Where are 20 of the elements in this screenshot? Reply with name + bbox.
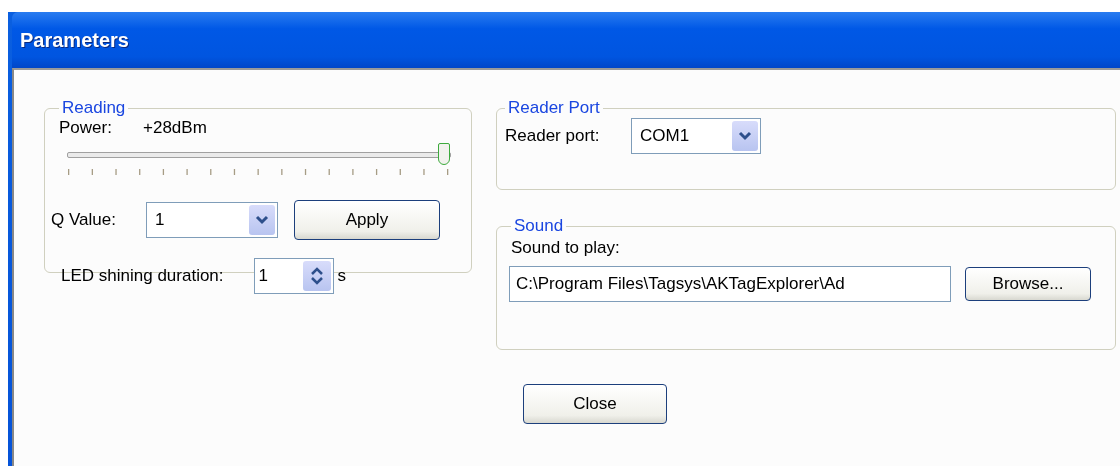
- group-title: Reading: [61, 98, 127, 118]
- sound-label: Sound to play:: [511, 238, 621, 258]
- power-value: +28dBm: [143, 118, 207, 138]
- spinner-arrows-icon[interactable]: [302, 261, 331, 291]
- reader-port-label: Reader port:: [505, 126, 601, 146]
- close-button[interactable]: Close: [523, 384, 667, 424]
- sound-path-field[interactable]: C:\Program Files\Tagsys\AKTagExplorer\Ad: [509, 266, 951, 302]
- q-value-label: Q Value:: [51, 210, 116, 230]
- q-value-dropdown[interactable]: 1: [145, 202, 278, 238]
- group-title: Reader Port: [507, 98, 601, 118]
- slider-thumb[interactable]: [438, 143, 450, 165]
- reader-port-dropdown[interactable]: COM1: [631, 118, 761, 154]
- group-title: Sound: [513, 216, 565, 236]
- led-duration-spinner[interactable]: 1: [253, 258, 334, 294]
- power-label: Power:: [59, 118, 113, 138]
- window-title: Parameters: [20, 28, 129, 52]
- seconds-unit: s: [337, 266, 347, 286]
- apply-button[interactable]: Apply: [293, 200, 440, 240]
- led-duration-label: LED shining duration:: [61, 266, 224, 286]
- browse-button[interactable]: Browse...: [965, 267, 1091, 301]
